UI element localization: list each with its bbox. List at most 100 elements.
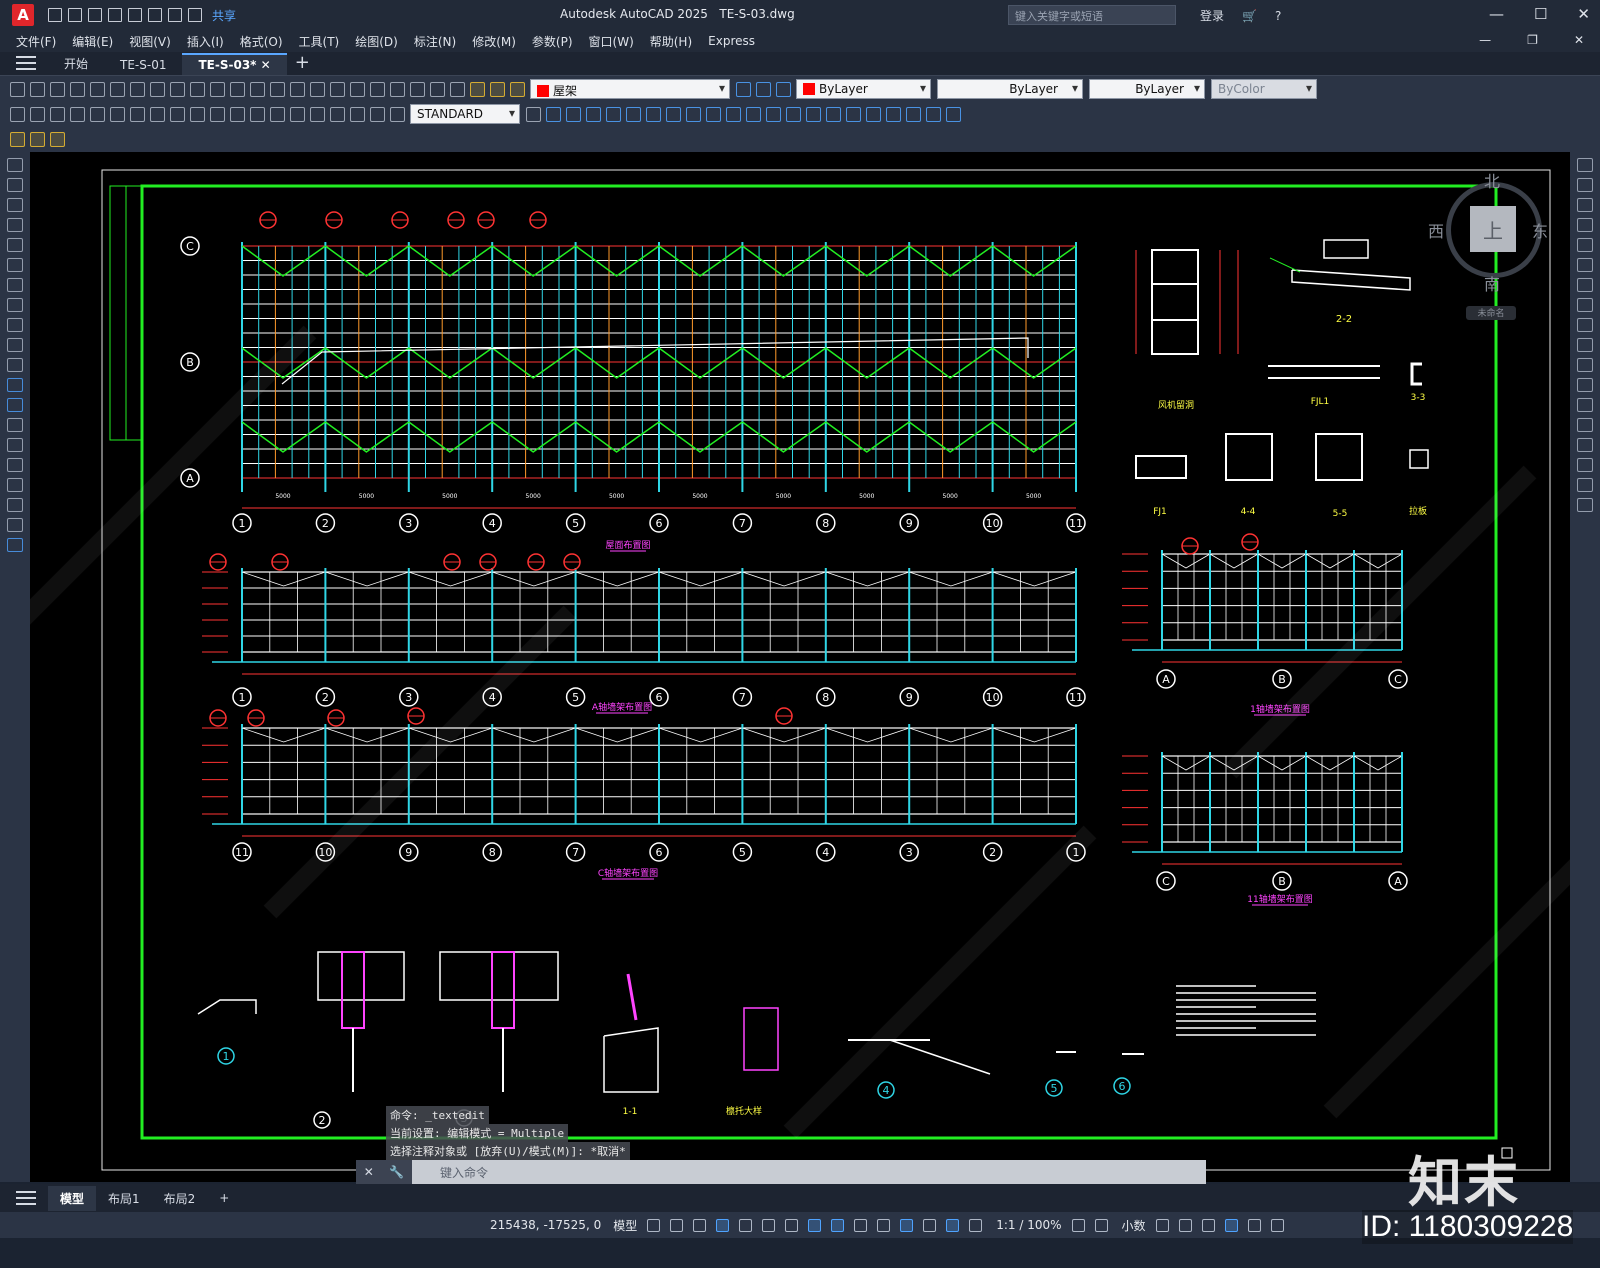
selection-cycling-icon[interactable] bbox=[900, 1218, 914, 1232]
fillet-icon[interactable] bbox=[1577, 458, 1593, 472]
help-icon[interactable]: ? bbox=[1275, 9, 1281, 23]
view-left-icon[interactable] bbox=[586, 106, 601, 122]
menu-hamburger-icon[interactable] bbox=[16, 56, 36, 70]
model-space-toggle[interactable]: 模型 bbox=[613, 1217, 637, 1234]
polar-icon[interactable] bbox=[762, 1218, 776, 1232]
trim-icon[interactable] bbox=[1577, 338, 1593, 352]
publish-icon[interactable] bbox=[110, 81, 125, 97]
designcenter-icon[interactable] bbox=[350, 81, 365, 97]
ucs-origin-icon[interactable] bbox=[866, 106, 881, 122]
dim-text-edit-icon[interactable] bbox=[370, 106, 385, 122]
lock-ui-icon[interactable] bbox=[1178, 1218, 1192, 1232]
tab-layout1[interactable]: 布局1 bbox=[96, 1186, 152, 1211]
menu-help[interactable]: 帮助(H) bbox=[650, 33, 692, 50]
compass-north[interactable]: 北 bbox=[1484, 168, 1500, 192]
dim-quick-icon[interactable] bbox=[170, 106, 185, 122]
dimstyle-dropdown[interactable]: STANDARD bbox=[410, 104, 520, 124]
ucs-x-icon[interactable] bbox=[926, 106, 941, 122]
copy-icon[interactable] bbox=[150, 81, 165, 97]
dim-ordinate-icon[interactable] bbox=[70, 106, 85, 122]
annotation-monitor-icon[interactable] bbox=[1094, 1218, 1108, 1232]
layer-on-icon[interactable] bbox=[470, 81, 485, 97]
publish-icon[interactable] bbox=[128, 8, 142, 22]
properties-icon[interactable] bbox=[330, 81, 345, 97]
menu-file[interactable]: 文件(F) bbox=[16, 33, 56, 50]
ucs-menu[interactable]: 未命名 bbox=[1466, 306, 1516, 320]
stretch-icon[interactable] bbox=[1577, 318, 1593, 332]
join-icon[interactable] bbox=[1577, 418, 1593, 432]
menu-modify[interactable]: 修改(M) bbox=[472, 33, 516, 50]
hatch-icon[interactable] bbox=[7, 438, 23, 452]
view-nw-iso-icon[interactable] bbox=[726, 106, 741, 122]
menu-view[interactable]: 视图(V) bbox=[129, 33, 171, 50]
save-icon[interactable] bbox=[50, 81, 65, 97]
viewcube[interactable]: 北 西 东 南 上 未命名 bbox=[1428, 168, 1556, 320]
undo-icon[interactable] bbox=[210, 81, 225, 97]
customize-icon[interactable] bbox=[1270, 1218, 1284, 1232]
new-icon[interactable] bbox=[48, 8, 62, 22]
ucs-view-icon[interactable] bbox=[846, 106, 861, 122]
paste-icon[interactable] bbox=[170, 81, 185, 97]
ucs-object-icon[interactable] bbox=[826, 106, 841, 122]
object-snap-tracking-icon[interactable] bbox=[808, 1218, 822, 1232]
snap-icon[interactable] bbox=[670, 1218, 684, 1232]
help-icon[interactable] bbox=[430, 81, 445, 97]
ucs-icon[interactable] bbox=[746, 106, 761, 122]
ucs-face-icon[interactable] bbox=[806, 106, 821, 122]
print-icon[interactable] bbox=[148, 8, 162, 22]
mirror-icon[interactable] bbox=[1577, 198, 1593, 212]
layer-properties-icon[interactable] bbox=[450, 81, 465, 97]
dim-continue-icon[interactable] bbox=[210, 106, 225, 122]
grid-icon[interactable] bbox=[647, 1218, 661, 1232]
command-input[interactable]: 键入命令 bbox=[416, 1162, 1202, 1182]
qnew-icon[interactable] bbox=[10, 81, 25, 97]
saveas-icon[interactable] bbox=[108, 8, 122, 22]
make-current-icon[interactable] bbox=[736, 81, 751, 97]
array-icon[interactable] bbox=[1577, 238, 1593, 252]
view-top-icon[interactable] bbox=[546, 106, 561, 122]
layer-state-icon[interactable] bbox=[776, 81, 791, 97]
close-icon[interactable]: ✕ bbox=[1577, 5, 1590, 23]
view-bottom-icon[interactable] bbox=[566, 106, 581, 122]
tab-model[interactable]: 模型 bbox=[48, 1185, 97, 1211]
tab-close-icon[interactable]: ✕ bbox=[261, 58, 271, 72]
menu-insert[interactable]: 插入(I) bbox=[187, 33, 224, 50]
zoom-window-icon[interactable] bbox=[290, 81, 305, 97]
add-layout-button[interactable]: + bbox=[207, 1187, 241, 1209]
ortho-icon[interactable] bbox=[739, 1218, 753, 1232]
annotation-scale[interactable]: 1:1 / 100% bbox=[996, 1218, 1061, 1232]
clean-screen-icon[interactable] bbox=[1247, 1218, 1261, 1232]
ucs-world-icon[interactable] bbox=[766, 106, 781, 122]
autocad-logo-icon[interactable]: A bbox=[12, 4, 34, 26]
tab-te-s-01[interactable]: TE-S-01 bbox=[104, 55, 182, 75]
dim-break-icon[interactable] bbox=[250, 106, 265, 122]
view-back-icon[interactable] bbox=[646, 106, 661, 122]
dim-override-icon[interactable] bbox=[526, 106, 541, 122]
open-icon[interactable] bbox=[30, 81, 45, 97]
explode-icon[interactable] bbox=[1577, 498, 1593, 512]
make-block-icon[interactable] bbox=[7, 398, 23, 412]
object-snap-icon[interactable] bbox=[831, 1218, 845, 1232]
compass-east[interactable]: 东 bbox=[1532, 218, 1548, 242]
cut-icon[interactable] bbox=[130, 81, 145, 97]
dim-diameter-icon[interactable] bbox=[130, 106, 145, 122]
tab-te-s-03[interactable]: TE-S-03* ✕ bbox=[182, 53, 287, 75]
calculator-icon[interactable] bbox=[410, 81, 425, 97]
redo-icon[interactable] bbox=[230, 81, 245, 97]
construction-line-icon[interactable] bbox=[7, 178, 23, 192]
zoom-previous-icon[interactable] bbox=[310, 81, 325, 97]
blend-icon[interactable] bbox=[1577, 478, 1593, 492]
pan-icon[interactable] bbox=[250, 81, 265, 97]
tab-start[interactable]: 开始 bbox=[48, 52, 104, 75]
ucs-3point-icon[interactable] bbox=[906, 106, 921, 122]
coordinates-readout[interactable]: 215438, -17525, 0 bbox=[490, 1218, 601, 1232]
menu-parametric[interactable]: 参数(P) bbox=[532, 33, 573, 50]
zoom-realtime-icon[interactable] bbox=[270, 81, 285, 97]
dim-update-icon[interactable] bbox=[390, 106, 405, 122]
login-button[interactable]: 登录 bbox=[1200, 7, 1224, 24]
viewcube-top-face[interactable]: 上 bbox=[1470, 206, 1516, 252]
dim-angular-icon[interactable] bbox=[150, 106, 165, 122]
view-front-icon[interactable] bbox=[626, 106, 641, 122]
redo-icon[interactable] bbox=[188, 8, 202, 22]
rotate-icon[interactable] bbox=[1577, 278, 1593, 292]
